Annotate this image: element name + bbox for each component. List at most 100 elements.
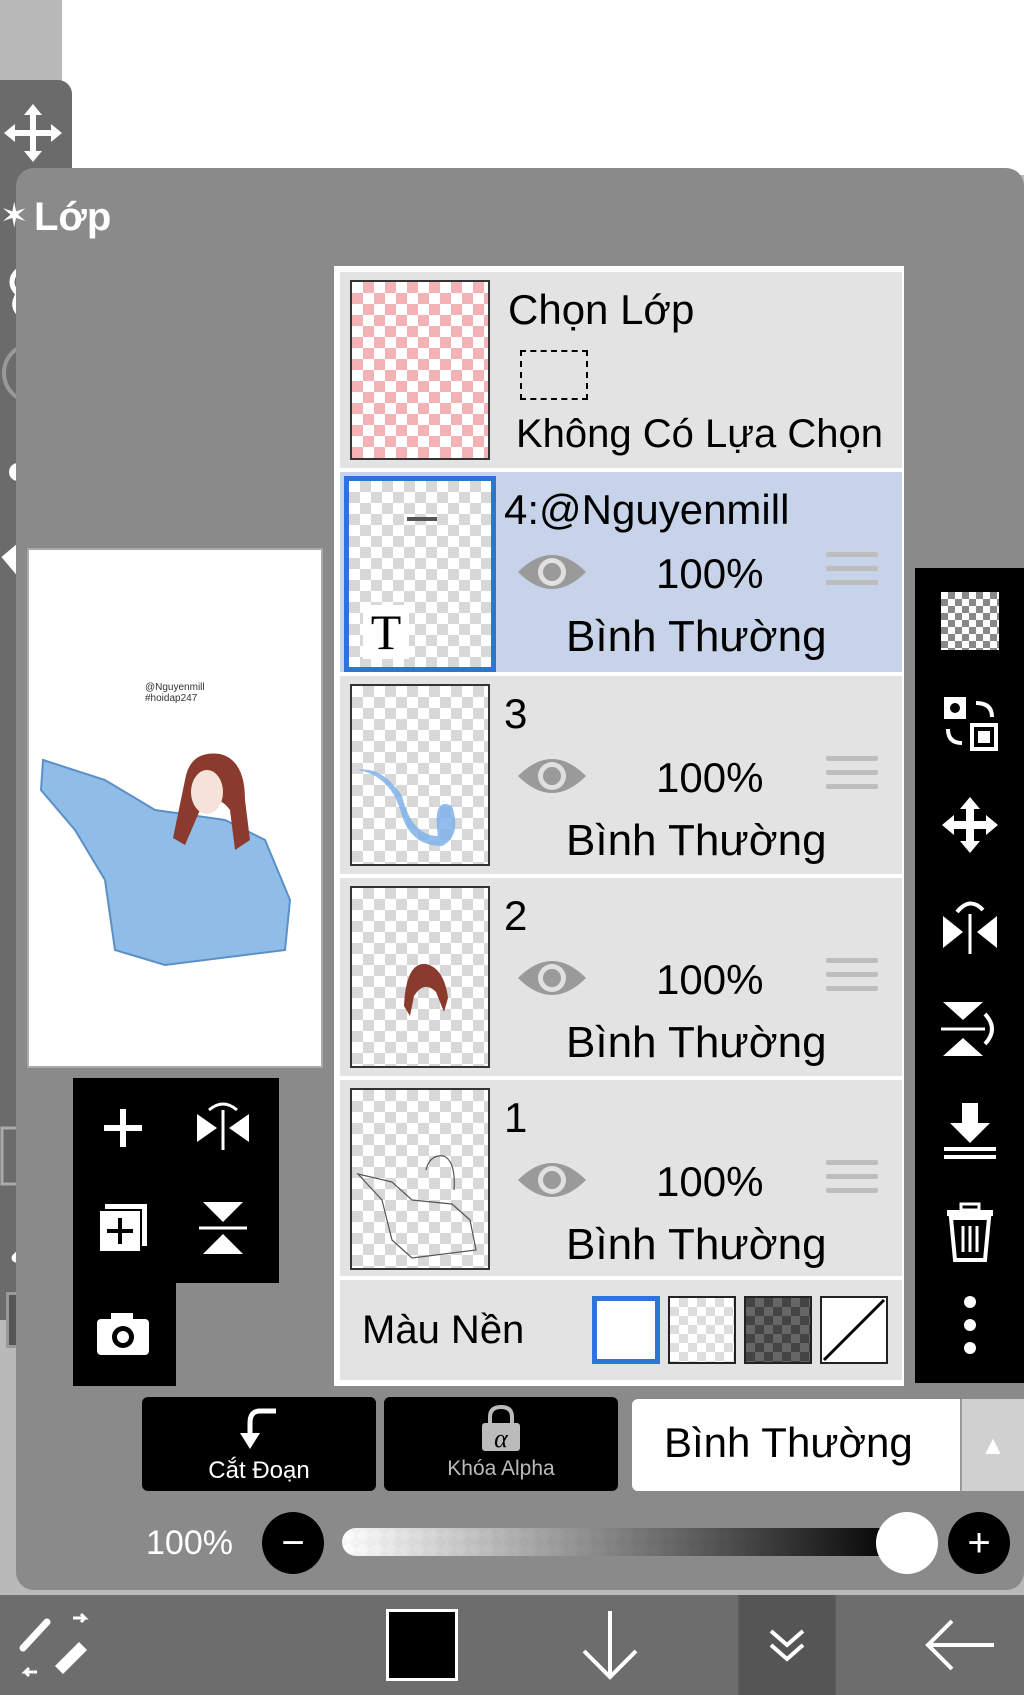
layer-opacity: 100% [656,956,764,1003]
swap-layers-button[interactable] [915,678,1024,768]
alpha-lock-button[interactable]: α Khóa Alpha [384,1397,618,1491]
layer-tools-right [915,568,1024,1383]
transparency-checker-icon [940,592,999,650]
arrow-down-icon [582,1611,638,1680]
opacity-slider-knob[interactable] [876,1512,938,1574]
none-slash-icon [822,1298,886,1362]
plus-icon [104,1109,142,1147]
brush-eraser-toggle-button[interactable] [0,1595,110,1695]
layer-list: Chọn Lớp Không Có Lựa Chọn T 4:@Nguyenmi… [334,266,904,1386]
preview-watermark: @Nguyenmill #hoidap247 [145,682,205,704]
move-icon [941,797,998,853]
layer-blend-mode: Bình Thường [566,1018,827,1067]
transparency-button[interactable] [915,576,1024,666]
layer-row[interactable]: T 4:@Nguyenmill 100% Bình Thường [340,472,902,672]
layer-opacity: 100% [656,754,764,801]
clipping-label: Cắt Đoạn [208,1457,310,1484]
drag-handle-icon[interactable] [826,1160,878,1202]
swap-layers-icon [943,697,998,751]
bg-transparent-light-swatch[interactable] [668,1296,736,1364]
bottom-toolbar [0,1595,1024,1695]
layer-blend-mode: Bình Thường [566,612,827,661]
rotate-flip-vertical-icon [940,1002,994,1056]
add-layer-button[interactable] [73,1078,173,1178]
text-layer-icon: T [363,605,409,659]
layer-name: 1 [504,1094,528,1141]
flip-vertical-icon [199,1202,247,1254]
move-layer-button[interactable] [915,780,1024,870]
more-icon [963,1296,976,1354]
layer-row[interactable]: 3 100% Bình Thường [340,676,902,874]
layer-name: 2 [504,892,528,939]
chevron-up-icon[interactable]: ▲ [960,1399,1024,1491]
new-layer-button[interactable] [73,1178,173,1278]
canvas-preview[interactable]: @Nguyenmill #hoidap247 [27,548,323,1068]
bg-white-swatch[interactable] [592,1296,660,1364]
opacity-value-label: 100% [146,1524,233,1562]
scroll-down-button[interactable] [560,1595,660,1695]
rotate-flip-horizontal-icon [942,901,997,954]
merge-down-button[interactable] [915,1086,1024,1176]
bg-none-swatch[interactable] [820,1296,888,1364]
back-arrow-icon [925,1619,994,1671]
alpha-lock-icon: α [482,1405,520,1453]
drag-handle-icon[interactable] [826,958,878,1000]
layer-blend-mode: Bình Thường [566,1220,827,1269]
drag-handle-icon[interactable] [826,552,878,594]
layer-opacity: 100% [656,1158,764,1205]
bg-transparent-dark-swatch[interactable] [744,1296,812,1364]
layer-actions-left [73,1078,279,1283]
panel-title: Lớp [34,195,112,239]
clip-arrow-icon [240,1408,276,1449]
flip-horizontal-button[interactable] [173,1078,273,1178]
delete-layer-button[interactable] [915,1188,1024,1278]
selection-thumbnail [350,280,490,460]
visibility-eye-icon[interactable] [516,750,588,802]
layer-thumbnail [350,1088,490,1270]
layer-row[interactable]: 1 100% Bình Thường [340,1080,902,1276]
preview-artwork [39,753,292,967]
visibility-eye-icon[interactable] [516,1154,588,1206]
collapse-button[interactable] [740,1595,834,1695]
flip-vertical-right-button[interactable] [915,984,1024,1074]
flip-vertical-button[interactable] [173,1178,273,1278]
svg-text:α: α [494,1424,509,1453]
flip-horizontal-right-button[interactable] [915,882,1024,972]
brush-eraser-toggle-icon [19,1612,89,1678]
opacity-slider-track[interactable] [342,1528,902,1556]
trash-icon [946,1202,993,1262]
blend-mode-value: Bình Thường [664,1419,913,1466]
double-chevron-down-icon [769,1629,805,1662]
current-color-button[interactable] [372,1595,472,1695]
camera-button[interactable] [73,1283,173,1383]
add-layer-icon [98,1204,147,1253]
canvas-white-area [62,0,1024,175]
layer-row[interactable]: 2 100% Bình Thường [340,878,902,1076]
layer-thumbnail [350,886,490,1068]
selection-title: Chọn Lớp [508,286,695,333]
move-tool-icon[interactable] [2,102,64,164]
background-color-row: Màu Nền [340,1280,902,1380]
flip-horizontal-icon [197,1102,249,1150]
visibility-eye-icon[interactable] [516,952,588,1004]
more-options-button[interactable] [915,1280,1024,1370]
background-color-label: Màu Nền [362,1308,525,1352]
selection-subtitle: Không Có Lựa Chọn [516,412,884,456]
back-button[interactable] [910,1595,1010,1695]
layer-thumbnail [350,684,490,866]
bottom-separator [834,1595,836,1695]
color-swatch [386,1609,458,1681]
empty-selection-icon [520,350,588,400]
drag-handle-icon[interactable] [826,756,878,798]
blend-mode-select[interactable]: Bình Thường ▲ [632,1399,1024,1491]
clipping-button[interactable]: Cắt Đoạn [142,1397,376,1491]
opacity-increase-button[interactable]: + [948,1512,1010,1574]
visibility-eye-icon[interactable] [516,546,588,598]
opacity-decrease-button[interactable]: − [262,1512,324,1574]
layer-thumbnail: T [344,476,496,672]
layer-name: 3 [504,690,528,737]
merge-down-icon [943,1103,996,1159]
layer-name: 4:@Nguyenmill [504,486,790,533]
selection-layer-row[interactable]: Chọn Lớp Không Có Lựa Chọn [340,272,902,468]
sparkle-icon: ✶ [0,197,29,235]
